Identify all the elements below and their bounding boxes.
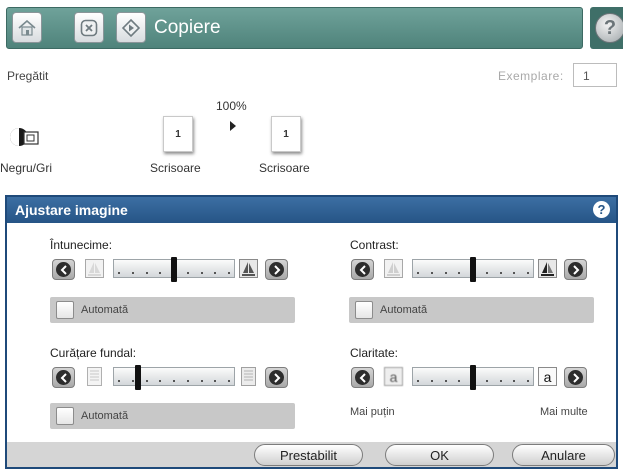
dialog-header: Ajustare imagine ?	[7, 197, 616, 223]
sharpness-low-label: Mai puțin	[350, 406, 395, 418]
sharpness-slider-thumb[interactable]	[470, 365, 476, 390]
background-cleanup-increase-button[interactable]	[265, 367, 288, 388]
light-background-icon	[87, 367, 102, 386]
home-button[interactable]	[12, 12, 42, 43]
soft-sharpness-icon: a	[384, 367, 403, 386]
chevron-left-icon	[60, 264, 67, 275]
darkness-auto-row[interactable]: Automată	[50, 297, 295, 323]
darkness-auto-label: Automată	[81, 304, 129, 316]
chevron-right-icon	[572, 264, 579, 275]
chevron-right-icon	[572, 372, 579, 383]
darkness-slider-thumb[interactable]	[171, 257, 177, 282]
sharpness-decrease-button[interactable]	[351, 367, 374, 388]
home-icon	[18, 19, 36, 36]
default-button[interactable]: Prestabilit	[254, 444, 363, 466]
color-mode-label: Negru/Gri	[0, 161, 53, 175]
background-cleanup-auto-label: Automată	[81, 410, 129, 422]
contrast-auto-label: Automată	[380, 304, 428, 316]
high-contrast-icon	[538, 259, 557, 278]
copies-label: Exemplare:	[498, 69, 564, 83]
darkness-slider[interactable]	[113, 257, 235, 282]
top-bar: Copiere ?	[0, 0, 623, 54]
background-cleanup-decrease-button[interactable]	[52, 367, 75, 388]
dark-sail-icon	[239, 259, 258, 278]
chevron-right-icon	[273, 372, 280, 383]
ok-button[interactable]: OK	[385, 444, 494, 466]
cancel-button[interactable]: Anulare	[512, 444, 615, 466]
output-size-label: Scrisoare	[259, 161, 310, 175]
darkness-label: Întunecime:	[50, 238, 113, 252]
help-button[interactable]: ?	[590, 7, 623, 49]
background-cleanup-slider-thumb[interactable]	[135, 365, 141, 390]
dialog-title: Ajustare imagine	[15, 202, 128, 218]
chevron-left-icon	[359, 264, 366, 275]
contrast-decrease-button[interactable]	[351, 259, 374, 280]
stop-icon	[80, 19, 98, 36]
start-icon	[122, 18, 140, 37]
background-cleanup-slider[interactable]	[113, 365, 235, 390]
background-cleanup-auto-checkbox[interactable]	[56, 407, 74, 425]
sharpness-increase-button[interactable]	[564, 367, 587, 388]
output-page-icon: 1	[271, 116, 301, 152]
page-title: Copiere	[154, 17, 221, 38]
sharpness-slider[interactable]	[412, 365, 534, 390]
sharpness-label: Claritate:	[350, 346, 399, 360]
output-page-number: 1	[283, 128, 289, 140]
sharpness-high-label: Mai multe	[540, 406, 588, 418]
contrast-increase-button[interactable]	[564, 259, 587, 280]
sharp-sharpness-icon: a	[538, 367, 557, 386]
darkness-auto-checkbox[interactable]	[56, 301, 74, 319]
light-sail-icon	[85, 259, 104, 278]
contrast-label: Contrast:	[350, 238, 399, 252]
original-page-number: 1	[175, 128, 181, 140]
dialog-help-icon[interactable]: ?	[593, 201, 610, 218]
chevron-left-icon	[60, 372, 67, 383]
chevron-left-icon	[359, 372, 366, 383]
stop-button[interactable]	[74, 12, 104, 43]
status-text: Pregătit	[7, 69, 49, 83]
dark-background-icon	[241, 367, 256, 386]
contrast-auto-row[interactable]: Automată	[349, 297, 594, 323]
background-cleanup-auto-row[interactable]: Automată	[50, 403, 295, 429]
original-size-label: Scrisoare	[150, 161, 201, 175]
help-icon: ?	[595, 13, 623, 43]
chevron-right-icon	[273, 264, 280, 275]
copies-field[interactable]: 1	[573, 63, 617, 87]
arrow-right-icon	[230, 121, 236, 131]
background-cleanup-label: Curățare fundal:	[50, 346, 137, 360]
color-mode-icon	[10, 128, 39, 146]
darkness-increase-button[interactable]	[265, 259, 288, 280]
darkness-decrease-button[interactable]	[52, 259, 75, 280]
original-page-icon: 1	[163, 116, 193, 152]
low-contrast-icon	[384, 259, 403, 278]
image-adjust-dialog: Ajustare imagine ? Întunecime: Automată …	[5, 195, 618, 469]
contrast-slider-thumb[interactable]	[470, 257, 476, 282]
scale-percent: 100%	[216, 99, 247, 113]
contrast-slider[interactable]	[412, 257, 534, 282]
contrast-auto-checkbox[interactable]	[355, 301, 373, 319]
start-button[interactable]	[116, 12, 146, 43]
